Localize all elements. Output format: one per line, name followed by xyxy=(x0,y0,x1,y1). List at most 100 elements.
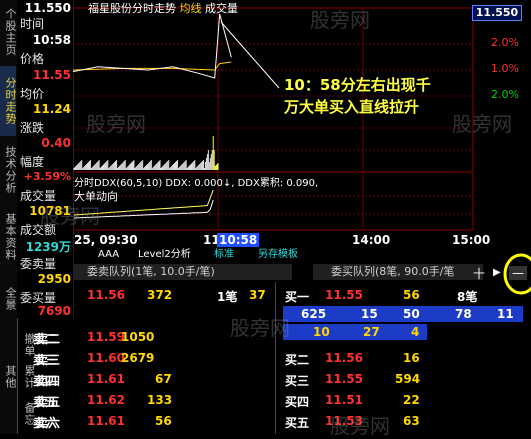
chart-title-avg[interactable]: 均线 xyxy=(180,2,202,15)
queue-1-1: 15 xyxy=(361,307,378,321)
queue-2-0: 10 xyxy=(313,325,330,339)
sell-row-3-price: 11.60 xyxy=(87,351,125,365)
sell-row-2-vol: 1050 xyxy=(121,330,155,344)
info-label-ask-vol: 委卖量 xyxy=(20,257,57,271)
pct-label-1: 2.0% xyxy=(491,36,519,49)
buy-row-2-vol: 16 xyxy=(403,351,420,365)
sell-label-6: 卖六 xyxy=(36,416,61,430)
chart-title-vol[interactable]: 成交量 xyxy=(205,2,238,15)
annotation-pointer xyxy=(220,21,280,89)
sell-one-extra: 37 xyxy=(249,288,266,302)
highlight-circle xyxy=(503,253,531,295)
info-value-ask-vol: 2950 xyxy=(37,272,71,286)
expand-button[interactable]: 十 xyxy=(473,265,485,282)
queue-1-2: 50 xyxy=(403,307,420,321)
sell-row-2-price: 11.59 xyxy=(87,330,125,344)
chart-title: 福星股份分时走势 均线 成交量 xyxy=(88,0,238,16)
buy-row-4-vol: 22 xyxy=(403,393,420,407)
avg-price-line xyxy=(73,61,232,71)
queue-2-2: 4 xyxy=(411,325,420,339)
sell-label-5: 卖五 xyxy=(36,395,61,409)
sell-row-5-price: 11.62 xyxy=(87,393,125,407)
info-label-time: 时间 xyxy=(20,17,45,31)
buy-one-count: 8笔 xyxy=(457,290,478,304)
info-label-avg: 均价 xyxy=(20,87,45,101)
pct-label-2: 1.0% xyxy=(491,62,519,75)
annotation-line-2: 万大单买入直线拉升 xyxy=(284,98,420,116)
queue-1-0: 625 xyxy=(301,307,327,321)
info-top-price: 11.550 xyxy=(24,1,71,15)
info-value-pct: +3.59% xyxy=(23,170,71,183)
time-label-0930: 25, 09:30 xyxy=(74,233,138,247)
pct-label-3: 2.0% xyxy=(491,88,519,101)
buy-row-5-label: 买五 xyxy=(285,416,310,430)
sell-queue-header: 委卖队列(1笔, 10.0手/笔) xyxy=(73,264,292,280)
sell-label-2: 卖二 xyxy=(36,332,61,346)
buy-one-price: 11.55 xyxy=(325,288,363,302)
toolbar-tab-save-template[interactable]: 另存模板 xyxy=(252,248,304,262)
price-cursor-box: 11.550 xyxy=(472,5,522,21)
book-divider xyxy=(275,282,276,434)
buy-row-4-price: 11.51 xyxy=(325,393,363,407)
sell-row-6-price: 11.61 xyxy=(87,414,125,428)
queue-1-4: 11 xyxy=(497,307,514,321)
info-value-bid-vol: 7690 xyxy=(37,304,71,318)
time-label-1500: 15:00 xyxy=(452,233,491,247)
sell-row-6-vol: 56 xyxy=(155,414,172,428)
left-tab-bar: 个股主页 分时走势 技术分析 基本资料 全景 撤单 累计 其他 备忘 xyxy=(0,0,36,434)
buy-row-2-label: 买二 xyxy=(285,353,310,367)
chart-vgrid xyxy=(217,8,364,230)
queue-row-2 xyxy=(283,324,427,340)
buy-queue-header: 委买队列(8笔, 90.0手/笔 xyxy=(313,264,483,280)
tab-other[interactable]: 其他 xyxy=(0,362,17,392)
toolbar-tab-aaa[interactable]: AAA xyxy=(92,248,125,262)
buy-one-label: 买一 xyxy=(285,290,310,304)
tab-stock-home[interactable]: 个股主页 xyxy=(0,2,17,62)
tab-intraday[interactable]: 分时走势 xyxy=(0,66,17,136)
annotation-line-1: 10：58分左右出现千 xyxy=(284,76,431,94)
queue-2-1: 27 xyxy=(363,325,380,339)
buy-row-3-vol: 594 xyxy=(395,372,421,386)
buy-row-4-label: 买四 xyxy=(285,395,310,409)
info-value-avg: 11.24 xyxy=(33,102,71,116)
buy-row-3-price: 11.55 xyxy=(325,372,363,386)
buy-one-vol: 56 xyxy=(403,288,420,302)
watermark-2: 股旁网 xyxy=(86,112,146,136)
sell-row-4-price: 11.61 xyxy=(87,372,125,386)
sell-one-count: 1笔 xyxy=(217,290,238,304)
time-label-1400: 14:00 xyxy=(352,233,391,247)
volume-bars xyxy=(73,136,219,170)
sell-one-price: 11.56 xyxy=(87,288,125,302)
toolbar-tab-level2[interactable]: Level2分析 xyxy=(132,248,197,262)
info-value-price: 11.55 xyxy=(33,68,71,82)
tab-technical[interactable]: 技术分析 xyxy=(0,140,17,200)
buy-row-5-vol: 63 xyxy=(403,414,420,428)
sell-row-3-vol: 2679 xyxy=(121,351,155,365)
info-value-amount: 1239万 xyxy=(25,240,71,254)
sell-label-4: 卖四 xyxy=(36,374,61,388)
tab-basic-info[interactable]: 基本资料 xyxy=(0,204,17,270)
info-label-change: 涨跌 xyxy=(20,121,45,135)
order-book: 委卖队列(1笔, 10.0手/笔) 委买队列(8笔, 90.0手/笔 十 ▶ —… xyxy=(33,264,531,434)
chart-title-stock: 福星股份分时走势 xyxy=(88,2,176,15)
queue-1-3: 78 xyxy=(455,307,472,321)
info-value-time: 10:58 xyxy=(32,33,71,47)
time-cursor-label: 10:58 xyxy=(217,233,260,247)
sell-one-vol: 372 xyxy=(147,288,173,302)
info-label-pct: 幅度 xyxy=(20,155,45,169)
sell-label-3: 卖三 xyxy=(36,353,61,367)
quote-info-panel: 11.550 时间 10:58 价格 11.55 均价 11.24 涨跌 0.4… xyxy=(17,0,74,318)
info-value-change: 0.40 xyxy=(41,136,71,150)
watermark-4: 股旁网 xyxy=(40,204,100,228)
tab-panorama[interactable]: 全景 xyxy=(0,282,17,316)
watermark-3: 股旁网 xyxy=(452,112,512,136)
info-label-price: 价格 xyxy=(20,52,45,66)
sell-row-5-vol: 133 xyxy=(147,393,173,407)
buy-row-3-label: 买三 xyxy=(285,374,310,388)
ddx-readout: 分时DDX(60,5,10) DDX: 0.000↓, DDX累积: 0.090… xyxy=(74,178,319,189)
watermark-6: 股旁网 xyxy=(330,414,390,438)
watermark-5: 股旁网 xyxy=(230,316,290,340)
toolbar-tab-standard[interactable]: 标准 xyxy=(208,248,240,262)
watermark-1: 股旁网 xyxy=(310,8,370,32)
sell-row-4-vol: 67 xyxy=(155,372,172,386)
